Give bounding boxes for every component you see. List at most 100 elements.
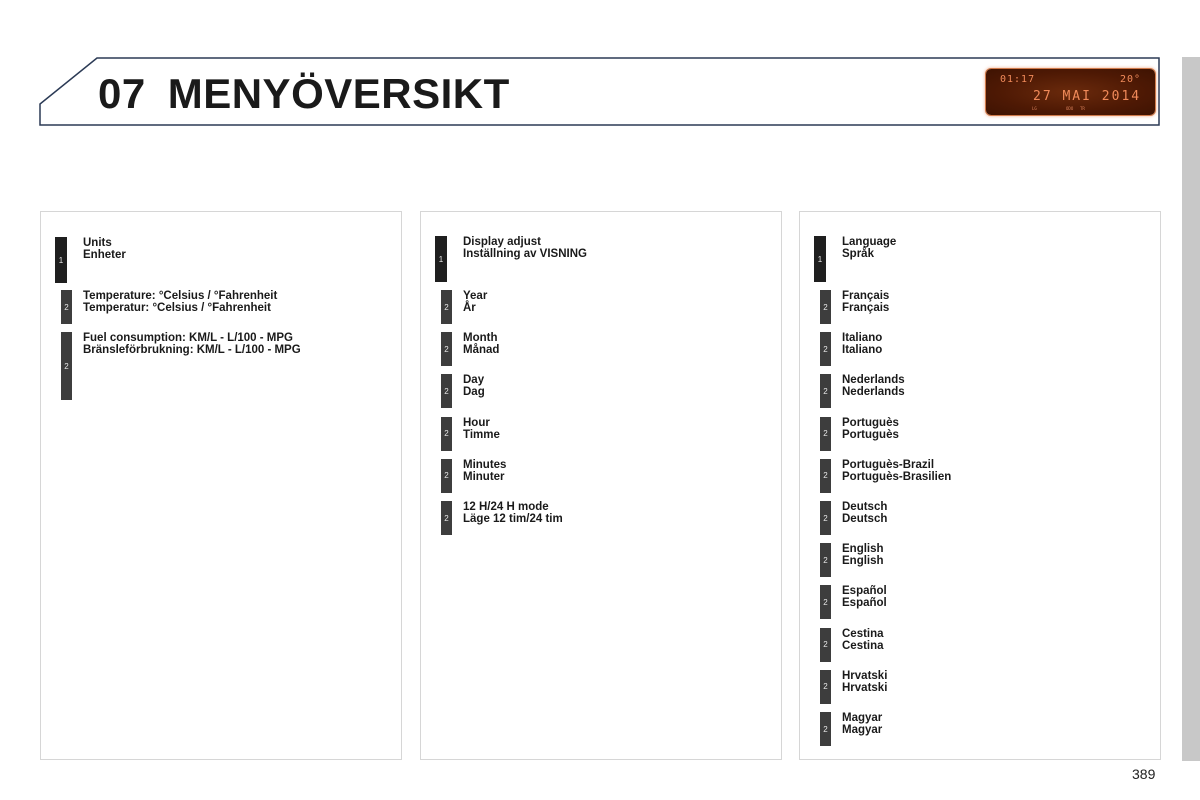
- menu-entry-label: Fuel consumption: KM/L - L/100 - MPG Brän…: [83, 332, 301, 356]
- page-number: 389: [1132, 766, 1156, 782]
- menu-level-badge: 2: [820, 543, 831, 578]
- menu-entry-label: English English: [842, 543, 884, 567]
- chapter-title-text: MENYÖVERSIKT: [167, 70, 510, 117]
- chapter-side-tab: [1182, 57, 1200, 761]
- menu-entry-english: Cestina: [842, 627, 884, 640]
- lcd-small-label: TR: [1080, 106, 1085, 111]
- menu-level-badge: 2: [441, 374, 452, 409]
- menu-entry-label: Français Français: [842, 290, 889, 314]
- menu-entry-english: Temperature: °Celsius / °Fahrenheit: [83, 290, 278, 302]
- menu-entry-label: Portuguès Portuguès: [842, 417, 899, 441]
- menu-entry-english: Deutsch: [842, 501, 888, 513]
- menu-entry-english: Fuel consumption: KM/L - L/100 - MPG: [83, 332, 293, 344]
- menu-entry-label: Hour Timme: [463, 417, 500, 441]
- menu-level-badge: 2: [820, 501, 831, 535]
- menu-entry-english: Portuguès-Brazil: [842, 458, 935, 471]
- lcd-small-label: LG: [1032, 106, 1037, 111]
- menu-entry-english: Magyar: [842, 712, 883, 724]
- menu-entry-swedish: Temperatur: °Celsius / °Fahrenheit: [83, 302, 271, 314]
- menu-level-badge: 2: [820, 585, 831, 620]
- menu-level-badge: 2: [441, 290, 452, 324]
- menu-entry-swedish: Bränsleförbrukning: KM/L - L/100 - MPG: [83, 344, 301, 356]
- menu-entry-english: Hour: [463, 416, 490, 429]
- menu-entry-label: Temperature: °Celsius / °Fahrenheit Tempe…: [83, 290, 277, 314]
- menu-panel-display-adjust: 1 Display adjust Inställning av VISNING 2 Ye…: [420, 211, 782, 760]
- menu-entry-swedish: Cestina: [842, 639, 884, 652]
- menu-entry-label: Nederlands Nederlands: [842, 374, 905, 398]
- menu-entry-english: Year: [463, 290, 488, 302]
- menu-entry-label: Units Enheter: [83, 237, 126, 261]
- menu-level-badge: 2: [441, 332, 452, 367]
- menu-entry-swedish: Dag: [463, 386, 485, 399]
- menu-entry-swedish: Månad: [463, 344, 500, 357]
- menu-entry-label: Minutes Minuter: [463, 459, 506, 483]
- menu-entry-swedish: Enheter: [83, 249, 126, 261]
- menu-entry-english: Display adjust: [463, 236, 541, 248]
- chapter-number: 07: [98, 70, 146, 117]
- lcd-time: 01:17: [1000, 74, 1036, 85]
- menu-entry-swedish: Français: [842, 302, 890, 314]
- menu-entry-swedish: Portuguès: [842, 428, 899, 441]
- menu-entry-swedish: Deutsch: [842, 513, 888, 525]
- menu-entry-english: Nederlands: [842, 374, 905, 387]
- menu-entry-swedish: Español: [842, 597, 887, 610]
- menu-level-badge: 2: [441, 416, 452, 451]
- menu-level-badge: 2: [441, 501, 452, 535]
- menu-entry-swedish: Timme: [463, 428, 500, 441]
- menu-level-badge: 2: [820, 290, 831, 324]
- menu-entry-english: Hrvatski: [842, 669, 888, 682]
- lcd-temperature: 20°: [1119, 74, 1141, 85]
- menu-entry-english: Units: [83, 237, 112, 249]
- menu-entry-english: Español: [842, 585, 887, 598]
- menu-entry-label: Hrvatski Hrvatski: [842, 670, 887, 694]
- menu-entry-english: 12 H/24 H mode: [463, 501, 549, 513]
- menu-entry-english: Minutes: [463, 458, 507, 471]
- menu-entry-swedish: Hrvatski: [842, 681, 888, 694]
- menu-level-badge: 2: [820, 669, 831, 704]
- menu-entry-label: Deutsch Deutsch: [842, 501, 887, 525]
- menu-entry-english: Month: [463, 332, 498, 345]
- menu-entry-label: Portuguès-Brazil Portuguès-Brasilien: [842, 459, 951, 483]
- menu-panel-units: 1 Units Enheter 2 Temperature: °Celsius / °F…: [40, 211, 402, 760]
- menu-entry-english: Italiano: [842, 332, 883, 345]
- menu-panel-language: 1 Language Språk 2 Français Français 2 Italiano…: [799, 211, 1161, 760]
- menu-level-badge: 2: [820, 332, 831, 367]
- chapter-header: 07 MENYÖVERSIKT 01:17 20° 27 MAI 2014 LG …: [0, 0, 1200, 140]
- lcd-display-image: 01:17 20° 27 MAI 2014 LG ODO TR: [986, 69, 1155, 115]
- menu-level-badge: 2: [61, 290, 72, 324]
- menu-entry-swedish: År: [463, 302, 476, 314]
- lcd-small-label: ODO: [1066, 106, 1074, 111]
- menu-level-badge: 2: [820, 416, 831, 451]
- menu-entry-swedish: Läge 12 tim/24 tim: [463, 513, 563, 525]
- menu-entry-label: Day Dag: [463, 374, 485, 398]
- lcd-date: 27 MAI 2014: [1033, 89, 1142, 104]
- menu-level-badge: 2: [820, 374, 831, 409]
- menu-entry-label: Español Español: [842, 585, 887, 609]
- menu-entry-swedish: Magyar: [842, 724, 883, 736]
- menu-entry-label: Language Språk: [842, 236, 896, 260]
- menu-entry-label: Display adjust Inställning av VISNING: [463, 236, 587, 260]
- menu-entry-swedish: Minuter: [463, 470, 505, 483]
- menu-entry-swedish: Italiano: [842, 344, 883, 357]
- menu-entry-label: Cestina Cestina: [842, 628, 884, 652]
- menu-level-badge: 2: [820, 458, 831, 493]
- menu-entry-label: Italiano Italiano: [842, 332, 882, 356]
- menu-entry-english: Portuguès: [842, 416, 899, 429]
- menu-entry-english: English: [842, 543, 884, 556]
- menu-level-badge: 1: [814, 236, 826, 282]
- menu-entry-english: Language: [842, 236, 897, 248]
- menu-entry-english: Français: [842, 290, 890, 302]
- menu-entry-label: Month Månad: [463, 332, 499, 356]
- menu-entry-swedish: Nederlands: [842, 386, 905, 399]
- menu-entry-swedish: English: [842, 555, 884, 568]
- menu-level-badge: 2: [820, 627, 831, 662]
- menu-level-badge: 2: [820, 712, 831, 746]
- menu-entry-swedish: Språk: [842, 248, 874, 260]
- menu-level-badge: 2: [61, 332, 72, 400]
- menu-entry-label: 12 H/24 H mode Läge 12 tim/24 tim: [463, 501, 563, 525]
- menu-level-badge: 1: [435, 236, 447, 282]
- menu-entry-swedish: Inställning av VISNING: [463, 248, 587, 260]
- menu-entry-label: Year År: [463, 290, 487, 314]
- menu-entry-label: Magyar Magyar: [842, 712, 882, 736]
- page-title: 07 MENYÖVERSIKT: [98, 70, 510, 118]
